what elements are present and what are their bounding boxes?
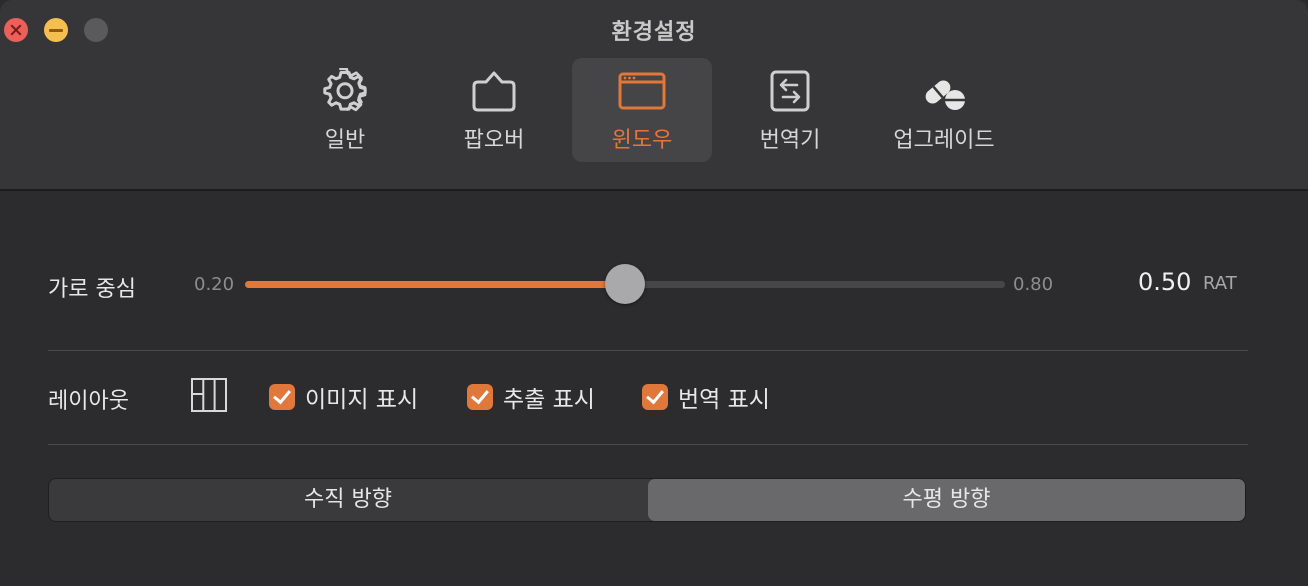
window-settings-panel: 가로 중심 0.20 0.80 0.50 RAT 레이아웃 이미지 표시 추출 … [0,191,1308,586]
popover-bubble-icon [472,71,516,112]
checkmark-icon [269,384,295,410]
show-translation-checkbox[interactable]: 번역 표시 [642,383,770,413]
tab-window-label: 윈도우 [611,128,673,153]
layout-label: 레이아웃 [48,389,129,414]
segment-vertical[interactable]: 수직 방향 [49,479,647,521]
segment-horizontal[interactable]: 수평 방향 [648,479,1245,521]
tab-popover-label: 팝오버 [463,128,525,153]
checkmark-icon [467,384,493,410]
show-extraction-label: 추출 표시 [503,387,595,413]
slider-thumb[interactable] [605,264,645,304]
slider-max-label: 0.80 [1013,274,1054,295]
preferences-tabs: 일반 팝오버 윈도우 번역기 업그레이드 [0,58,1308,162]
show-extraction-checkbox[interactable]: 추출 표시 [467,383,595,413]
orientation-segmented-control: 수직 방향 수평 방향 [48,478,1246,522]
slider-min-label: 0.20 [194,274,235,295]
tab-translator-label: 번역기 [759,128,821,153]
show-image-label: 이미지 표시 [305,387,419,413]
checkmark-icon [642,384,668,410]
horizontal-center-label: 가로 중심 [48,277,136,302]
preferences-window: 환경설정 일반 팝오버 윈도우 번역기 업그레이드 가로 중심 0.20 0.8… [0,0,1308,586]
slider-unit: RAT [1203,273,1237,294]
tab-window[interactable]: 윈도우 [572,58,712,162]
columns-layout-icon[interactable] [191,378,227,412]
tab-upgrade-label: 업그레이드 [893,128,995,153]
tab-translator[interactable]: 번역기 [726,58,854,162]
show-image-checkbox[interactable]: 이미지 표시 [269,383,419,413]
tab-general-label: 일반 [324,128,366,153]
tab-upgrade[interactable]: 업그레이드 [876,58,1012,162]
window-icon [618,72,666,110]
toolbar: 환경설정 일반 팝오버 윈도우 번역기 업그레이드 [0,0,1308,191]
translator-swap-icon [770,70,810,112]
tab-general[interactable]: 일반 [282,58,408,162]
divider [48,444,1248,445]
divider [48,350,1248,351]
tab-popover[interactable]: 팝오버 [430,58,558,162]
slider-value: 0.50 [1138,268,1192,296]
slider-fill [245,281,625,288]
pill-upgrade-icon [925,80,965,110]
gear-icon [323,68,367,112]
window-title: 환경설정 [611,20,697,45]
show-translation-label: 번역 표시 [678,387,770,413]
